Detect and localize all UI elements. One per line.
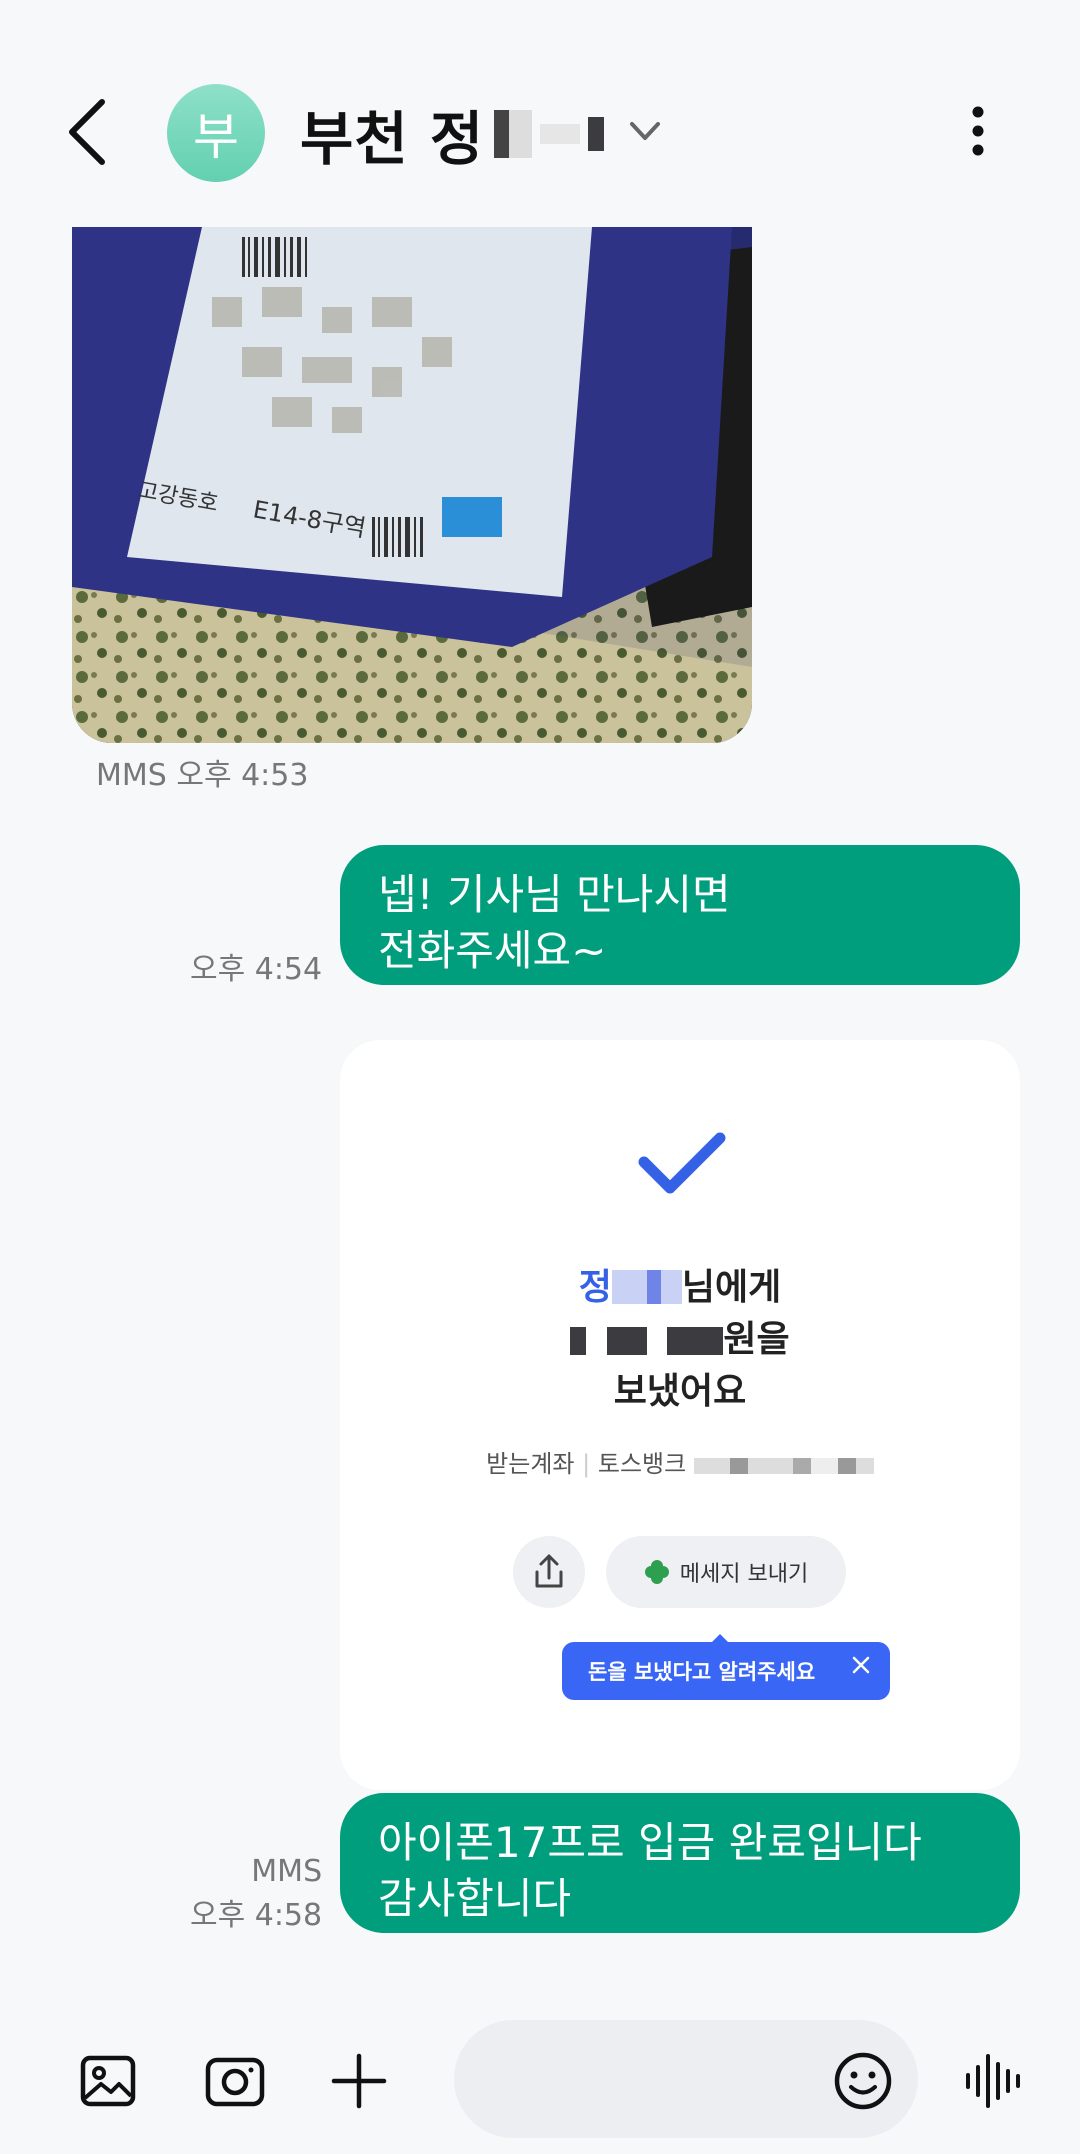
transfer-status: 보냈어요	[613, 1371, 747, 1412]
share-icon	[535, 1554, 563, 1588]
sent-message-bubble[interactable]: 넵! 기사님 만나시면 전화주세요~	[340, 845, 1020, 985]
checkmark-icon	[638, 1132, 726, 1194]
redacted-account	[693, 1458, 874, 1474]
recipient-suffix: 님에게	[681, 1267, 782, 1308]
redacted-name	[611, 1270, 682, 1304]
more-vertical-icon[interactable]	[966, 104, 990, 158]
toss-transfer-card[interactable]: 정 님에게 원을 보냈어요 받는계좌 | 토스뱅크 메세지 보내기 돈을 보냈다고…	[340, 1040, 1020, 1790]
redacted-amount	[570, 1327, 587, 1355]
emoji-icon[interactable]	[830, 2048, 896, 2114]
send-message-button[interactable]: 메세지 보내기	[606, 1536, 846, 1608]
account-info: 받는계좌 | 토스뱅크	[340, 1444, 1020, 1479]
redacted-name	[540, 124, 581, 144]
redacted-amount	[667, 1327, 724, 1355]
send-message-label: 메세지 보내기	[679, 1562, 809, 1587]
tooltip: 돈을 보냈다고 알려주세요	[562, 1642, 890, 1700]
message-time: 오후 4:58	[190, 1898, 323, 1933]
bank-name: 토스뱅크	[597, 1450, 687, 1478]
gallery-icon[interactable]	[75, 2048, 141, 2114]
message-text: 전화주세요~	[378, 926, 607, 975]
message-meta: MMS 오후 4:53	[96, 758, 309, 793]
redacted-name	[494, 110, 533, 158]
message-text: 아이폰17프로 입금 완료입니다	[378, 1818, 922, 1867]
account-label: 받는계좌	[486, 1450, 575, 1478]
share-button[interactable]	[513, 1536, 585, 1608]
redacted-name	[588, 117, 605, 151]
package-photo-image: 고강동호 E14-8구역	[72, 227, 752, 743]
redacted-amount	[606, 1327, 647, 1355]
back-arrow-icon[interactable]	[58, 92, 118, 172]
camera-icon[interactable]	[202, 2048, 268, 2114]
mms-photo[interactable]: 고강동호 E14-8구역	[72, 227, 752, 743]
chevron-down-icon[interactable]	[626, 112, 664, 150]
message-time: 오후 4:54	[190, 952, 323, 987]
message-text: 감사합니다	[378, 1874, 572, 1923]
amount-suffix: 원을	[723, 1319, 790, 1360]
message-type: MMS	[251, 1854, 323, 1889]
recipient-prefix: 정	[578, 1267, 612, 1308]
transfer-recipient: 정 님에게	[340, 1258, 1020, 1310]
tooltip-text: 돈을 보냈다고 알려주세요	[588, 1660, 816, 1684]
close-icon[interactable]	[850, 1654, 872, 1676]
avatar[interactable]: 부	[167, 84, 265, 182]
plus-icon[interactable]	[326, 2048, 392, 2114]
avatar-letter: 부	[193, 108, 239, 166]
message-meta: MMS 오후 4:58	[190, 1850, 322, 1938]
transfer-amount: 원을	[340, 1310, 1020, 1362]
contact-name[interactable]: 부천 정	[300, 92, 605, 176]
clover-icon	[644, 1560, 669, 1584]
voice-waveform-icon[interactable]	[962, 2052, 1024, 2110]
contact-name-text: 부천 정	[300, 105, 485, 173]
message-text: 넵! 기사님 만나시면	[378, 870, 731, 919]
sent-message-bubble[interactable]: 아이폰17프로 입금 완료입니다 감사합니다	[340, 1793, 1020, 1933]
